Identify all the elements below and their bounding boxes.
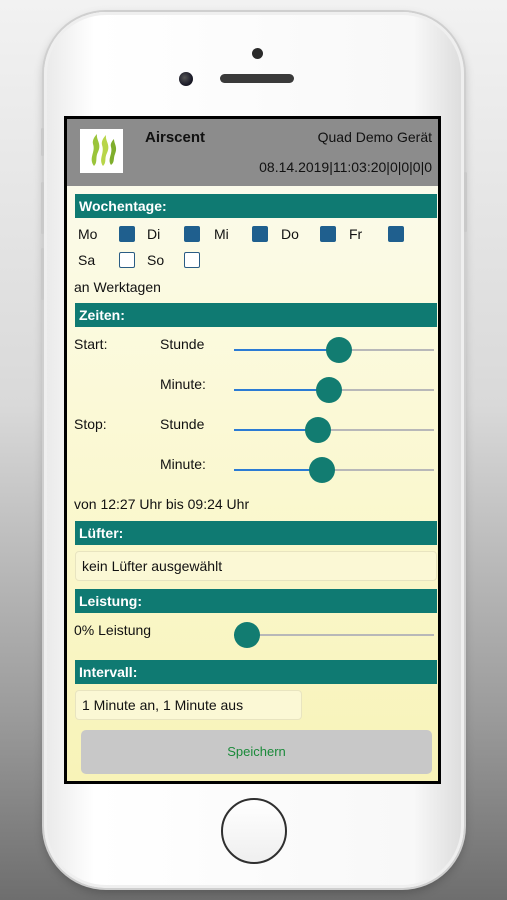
app-title: Airscent xyxy=(145,129,206,146)
power-label: 0% Leistung xyxy=(74,622,152,638)
slider-thumb[interactable] xyxy=(315,377,342,403)
front-camera-icon xyxy=(179,72,193,86)
stop-minute-slider[interactable] xyxy=(234,456,434,484)
start-hour-label: Stunde xyxy=(160,336,205,352)
start-hour-slider[interactable] xyxy=(234,336,434,364)
fan-select-field[interactable]: kein Lüfter ausgewählt xyxy=(75,551,437,581)
checkbox-mi[interactable] xyxy=(252,226,268,242)
section-interval-header: Intervall: xyxy=(75,660,437,684)
mute-switch xyxy=(41,128,44,156)
app-header: Airscent Quad Demo Gerät 08.14.2019|11:0… xyxy=(67,119,438,186)
checkbox-so[interactable] xyxy=(184,252,200,268)
slider-thumb[interactable] xyxy=(326,337,353,363)
day-label-di: Di xyxy=(147,226,161,242)
device-timestamp: 08.14.2019|11:03:20|0|0|0|0 xyxy=(259,159,432,175)
checkbox-sa[interactable] xyxy=(119,252,135,268)
home-button[interactable] xyxy=(221,798,287,864)
slider-track xyxy=(234,634,434,636)
stop-minute-label: Minute: xyxy=(160,456,206,472)
slider-fill xyxy=(234,349,340,351)
section-power-header: Leistung: xyxy=(75,589,437,613)
slider-fill xyxy=(234,389,329,391)
start-minute-label: Minute: xyxy=(160,376,206,392)
day-label-so: So xyxy=(147,252,165,268)
day-label-sa: Sa xyxy=(78,252,96,268)
slider-thumb[interactable] xyxy=(305,417,332,443)
volume-down-button xyxy=(41,248,44,300)
start-label: Start: xyxy=(74,336,108,352)
section-weekdays-header: Wochentage: xyxy=(75,194,437,218)
stop-hour-slider[interactable] xyxy=(234,416,434,444)
stop-hour-label: Stunde xyxy=(160,416,205,432)
device-name: Quad Demo Gerät xyxy=(317,129,432,145)
day-label-do: Do xyxy=(281,226,299,242)
power-button xyxy=(464,172,467,232)
airscent-logo-icon xyxy=(80,129,123,173)
checkbox-fr[interactable] xyxy=(388,226,404,242)
power-slider[interactable] xyxy=(234,621,434,649)
earpiece-speaker xyxy=(220,74,294,83)
weekdays-summary: an Werktagen xyxy=(74,279,161,295)
volume-up-button xyxy=(41,182,44,234)
day-label-mi: Mi xyxy=(214,226,229,242)
interval-field[interactable]: 1 Minute an, 1 Minute aus xyxy=(75,690,302,720)
section-times-header: Zeiten: xyxy=(75,303,437,327)
day-label-fr: Fr xyxy=(349,226,363,242)
save-button[interactable]: Speichern xyxy=(81,730,432,774)
checkbox-di[interactable] xyxy=(184,226,200,242)
day-label-mo: Mo xyxy=(78,226,98,242)
phone-screen: Airscent Quad Demo Gerät 08.14.2019|11:0… xyxy=(64,116,441,784)
slider-thumb[interactable] xyxy=(308,457,335,483)
start-minute-slider[interactable] xyxy=(234,376,434,404)
app-view: Airscent Quad Demo Gerät 08.14.2019|11:0… xyxy=(67,119,438,781)
stop-label: Stop: xyxy=(74,416,107,432)
checkbox-mo[interactable] xyxy=(119,226,135,242)
proximity-sensor xyxy=(252,48,263,59)
times-summary: von 12:27 Uhr bis 09:24 Uhr xyxy=(74,496,250,512)
section-fan-header: Lüfter: xyxy=(75,521,437,545)
slider-thumb[interactable] xyxy=(234,622,260,648)
checkbox-do[interactable] xyxy=(320,226,336,242)
